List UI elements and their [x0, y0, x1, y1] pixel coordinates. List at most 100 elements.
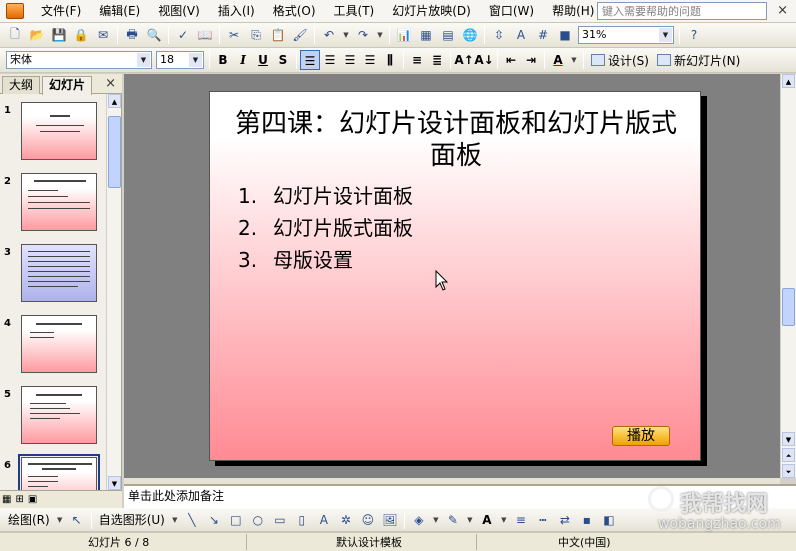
undo-dropdown-icon[interactable]: ▼ — [341, 25, 351, 45]
rectangle-icon[interactable]: □ — [226, 510, 246, 530]
italic-button[interactable]: I — [233, 50, 253, 70]
fill-color-icon[interactable]: ◈ — [409, 510, 429, 530]
scroll-thumb[interactable] — [108, 116, 121, 188]
line-color-dropdown-icon[interactable]: ▼ — [465, 510, 475, 530]
scroll-up-icon[interactable]: ▲ — [782, 74, 795, 88]
paste-icon[interactable]: 📋 — [268, 25, 288, 45]
normal-view-icon[interactable]: ▦ — [2, 494, 11, 505]
line-icon[interactable]: ╲ — [182, 510, 202, 530]
insert-hyperlink-icon[interactable]: 🌐 — [460, 25, 480, 45]
help-icon[interactable]: ? — [684, 25, 704, 45]
slide-thumbnail-1[interactable]: 1 — [0, 102, 106, 170]
redo-dropdown-icon[interactable]: ▼ — [375, 25, 385, 45]
tab-outline[interactable]: 大纲 — [2, 76, 41, 94]
spelling-icon[interactable]: ✓ — [173, 25, 193, 45]
menu-window[interactable]: 窗口(W) — [480, 1, 543, 21]
permission-icon[interactable]: 🔒 — [71, 25, 91, 45]
insert-picture-icon[interactable]: 🖼 — [380, 510, 400, 530]
open-folder-icon[interactable]: 📂 — [27, 25, 47, 45]
align-left-icon[interactable]: ☰ — [300, 50, 320, 70]
distributed-icon[interactable]: ☰ — [360, 50, 380, 70]
draw-dropdown-icon[interactable]: ▼ — [55, 510, 65, 530]
font-size-select[interactable]: 18 ▼ — [156, 51, 204, 69]
3d-style-icon[interactable]: ◧ — [599, 510, 619, 530]
wordart-icon[interactable]: A — [314, 510, 334, 530]
decrease-font-size-icon[interactable]: A↓ — [474, 50, 494, 70]
draw-menu-button[interactable]: 绘图(R) — [4, 511, 54, 528]
select-objects-icon[interactable]: ↖ — [67, 510, 87, 530]
font-color-dropdown-icon[interactable]: ▼ — [569, 50, 579, 70]
next-slide-icon[interactable]: ⏷ — [782, 464, 795, 478]
font-color-icon[interactable]: A — [548, 50, 568, 70]
insert-table-icon[interactable]: ▦ — [416, 25, 436, 45]
zoom-select[interactable]: 31% ▼ — [578, 26, 674, 44]
scroll-down-icon[interactable]: ▼ — [782, 432, 795, 446]
play-button[interactable]: 播放 — [612, 426, 670, 446]
slide-thumbnail-4[interactable]: 4 — [0, 315, 106, 383]
menu-help[interactable]: 帮助(H) — [543, 1, 603, 21]
previous-slide-icon[interactable]: ⏶ — [782, 448, 795, 462]
dash-style-icon[interactable]: ┅ — [533, 510, 553, 530]
new-document-icon[interactable]: 🗋 — [5, 25, 25, 45]
increase-indent-icon[interactable]: ⇥ — [521, 50, 541, 70]
slide-scrollbar[interactable]: ▲ ▼ ⏶ ⏷ — [780, 74, 796, 478]
slideshow-view-icon[interactable]: ▣ — [28, 494, 37, 505]
arrow-icon[interactable]: ↘ — [204, 510, 224, 530]
slide-sorter-view-icon[interactable]: ⊞ — [15, 494, 23, 505]
email-icon[interactable]: ✉ — [93, 25, 113, 45]
font-name-select[interactable]: 宋体 ▼ — [6, 51, 152, 69]
vertical-textbox-icon[interactable]: ▯ — [292, 510, 312, 530]
tab-slides[interactable]: 幻灯片 — [42, 76, 93, 95]
expand-all-icon[interactable]: ⇳ — [489, 25, 509, 45]
slide-thumbnail-5[interactable]: 5 — [0, 386, 106, 454]
clipart-icon[interactable]: ☺ — [358, 510, 378, 530]
oval-icon[interactable]: ○ — [248, 510, 268, 530]
scroll-up-icon[interactable]: ▲ — [108, 94, 121, 108]
show-grid-icon[interactable]: # — [533, 25, 553, 45]
menu-edit[interactable]: 编辑(E) — [90, 1, 149, 21]
underline-button[interactable]: U — [253, 50, 273, 70]
menu-slideshow[interactable]: 幻灯片放映(D) — [383, 1, 480, 21]
scroll-thumb[interactable] — [782, 288, 795, 326]
align-center-icon[interactable]: ☰ — [320, 50, 340, 70]
diagram-icon[interactable]: ✲ — [336, 510, 356, 530]
menu-insert[interactable]: 插入(I) — [209, 1, 264, 21]
close-window-icon[interactable]: × — [777, 3, 788, 19]
shadow-style-icon[interactable]: ▪ — [577, 510, 597, 530]
autoshapes-menu-button[interactable]: 自选图形(U) — [95, 511, 169, 528]
insert-chart-icon[interactable]: 📊 — [394, 25, 414, 45]
save-icon[interactable]: 💾 — [49, 25, 69, 45]
slide-title[interactable]: 第四课：幻灯片设计面板和幻灯片版式面板 — [230, 108, 682, 172]
numbering-icon[interactable]: ≡ — [407, 50, 427, 70]
decrease-indent-icon[interactable]: ⇤ — [501, 50, 521, 70]
format-painter-icon[interactable]: 🖌 — [290, 25, 310, 45]
slide-thumbnail-3[interactable]: 3 — [0, 244, 106, 312]
scroll-down-icon[interactable]: ▼ — [108, 476, 121, 490]
slide-thumbnail-2[interactable]: 2 — [0, 173, 106, 241]
redo-icon[interactable]: ↷ — [353, 25, 373, 45]
arrow-style-icon[interactable]: ⇄ — [555, 510, 575, 530]
tables-borders-icon[interactable]: ▤ — [438, 25, 458, 45]
textbox-icon[interactable]: ▭ — [270, 510, 290, 530]
print-preview-icon[interactable]: 🔍 — [144, 25, 164, 45]
help-search-input[interactable]: 键入需要帮助的问题 — [597, 2, 767, 20]
increase-font-size-icon[interactable]: A↑ — [454, 50, 474, 70]
font-color-icon[interactable]: A — [477, 510, 497, 530]
font-color-dropdown-icon[interactable]: ▼ — [499, 510, 509, 530]
align-right-icon[interactable]: ☰ — [340, 50, 360, 70]
color-grayscale-icon[interactable]: ■ — [555, 25, 575, 45]
slide-content-list[interactable]: 1. 幻灯片设计面板 2. 幻灯片版式面板 3. 母版设置 — [238, 180, 413, 276]
bullets-icon[interactable]: ≣ — [427, 50, 447, 70]
research-icon[interactable]: 📖 — [195, 25, 215, 45]
line-style-icon[interactable]: ≡ — [511, 510, 531, 530]
slide-thumbnail-6[interactable]: 6 — [0, 454, 106, 490]
design-button[interactable]: 设计(S) — [587, 52, 653, 69]
text-direction-icon[interactable]: ⫼ — [380, 50, 400, 70]
fill-color-dropdown-icon[interactable]: ▼ — [431, 510, 441, 530]
undo-icon[interactable]: ↶ — [319, 25, 339, 45]
current-slide[interactable]: 第四课：幻灯片设计面板和幻灯片版式面板 1. 幻灯片设计面板 2. 幻灯片版式面板 … — [209, 91, 701, 461]
thumbnail-scrollbar[interactable]: ▲ ▼ — [106, 94, 121, 490]
new-slide-button[interactable]: 新幻灯片(N) — [653, 52, 744, 69]
close-pane-icon[interactable]: × — [105, 76, 116, 91]
shadow-button[interactable]: S — [273, 50, 293, 70]
